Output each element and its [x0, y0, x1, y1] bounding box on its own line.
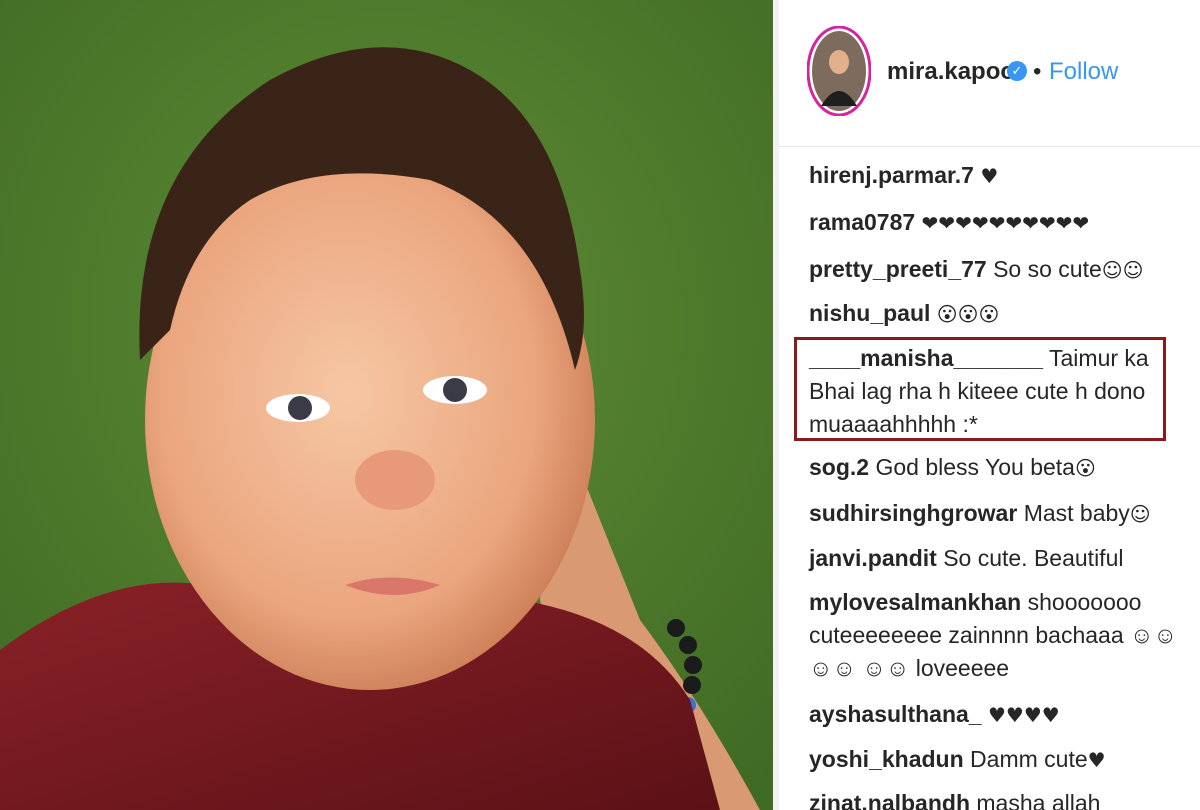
comment-item: janvi.pandit So cute. Beautiful: [809, 542, 1189, 575]
comment-username[interactable]: hirenj.parmar.7: [809, 162, 974, 188]
comment-item: yoshi_khadun Damm cute♥: [809, 743, 1189, 777]
comment-item: nishu_paul 😮😮😮: [809, 297, 1189, 331]
comment-username[interactable]: rama0787: [809, 209, 915, 235]
verified-badge-icon: ✓: [1007, 61, 1027, 81]
comment-username[interactable]: nishu_paul: [809, 300, 930, 326]
comment-text: So so cute: [993, 256, 1102, 282]
hearts-icon: ♥♥♥♥: [987, 703, 1060, 727]
hearts-icon: ❤❤❤❤❤❤❤❤❤❤: [921, 211, 1090, 235]
comment-item: sog.2 God bless You beta😮: [809, 451, 1189, 485]
smile-icon: ☺: [1129, 502, 1151, 526]
avatar[interactable]: [807, 26, 871, 116]
comment-username[interactable]: yoshi_khadun: [809, 746, 964, 772]
comment-text: So cute. Beautiful: [943, 545, 1124, 571]
comment-username[interactable]: sudhirsinghgrowar: [809, 500, 1017, 526]
follow-button[interactable]: Follow: [1049, 58, 1118, 86]
heart-icon: ♥: [1087, 748, 1106, 772]
comment-item: ayshasulthana_ ♥♥♥♥: [809, 698, 1189, 732]
comment-text: God bless You beta: [875, 454, 1075, 480]
username-link[interactable]: mira.kapoor: [887, 58, 1024, 86]
comment-username[interactable]: ayshasulthana_: [809, 701, 982, 727]
comment-username[interactable]: ____manisha_______: [809, 345, 1043, 371]
comment-item: zinat.nalbandh masha allah: [809, 787, 1189, 810]
comments-panel: mira.kapoor ✓ • Follow hirenj.parmar.7 ♥…: [779, 0, 1200, 810]
comment-item: hirenj.parmar.7 ♥: [809, 159, 1189, 193]
comment-item: mylovesalmankhan shooooooo cuteeeeeeee z…: [809, 586, 1184, 685]
comment-item: pretty_preeti_77 So so cute☺☺: [809, 253, 1189, 287]
comment-item: rama0787 ❤❤❤❤❤❤❤❤❤❤: [809, 206, 1189, 240]
surprised-face-icon: 😮: [1074, 456, 1096, 480]
post-header: mira.kapoor ✓ • Follow: [779, 0, 1200, 147]
comment-item: sudhirsinghgrowar Mast baby☺: [809, 497, 1189, 531]
post-photo: [0, 0, 773, 810]
comment-username[interactable]: sog.2: [809, 454, 869, 480]
heart-icon: ♥: [980, 164, 999, 188]
comment-text: Damm cute: [970, 746, 1088, 772]
comments-list: hirenj.parmar.7 ♥ rama0787 ❤❤❤❤❤❤❤❤❤❤ pr…: [779, 146, 1200, 810]
separator-dot: •: [1033, 58, 1042, 85]
comment-item-highlighted: ____manisha_______ Taimur ka Bhai lag rh…: [809, 342, 1159, 441]
comment-text: Mast baby: [1023, 500, 1130, 526]
comment-username[interactable]: pretty_preeti_77: [809, 256, 987, 282]
comment-username[interactable]: zinat.nalbandh: [809, 790, 970, 810]
comment-text: masha allah: [976, 790, 1101, 810]
surprised-face-icon: 😮😮😮: [936, 302, 1000, 326]
smile-icon: ☺☺: [1101, 258, 1144, 282]
baby-photo-image: [0, 0, 773, 810]
comment-username[interactable]: janvi.pandit: [809, 545, 937, 571]
comment-username[interactable]: mylovesalmankhan: [809, 589, 1021, 615]
